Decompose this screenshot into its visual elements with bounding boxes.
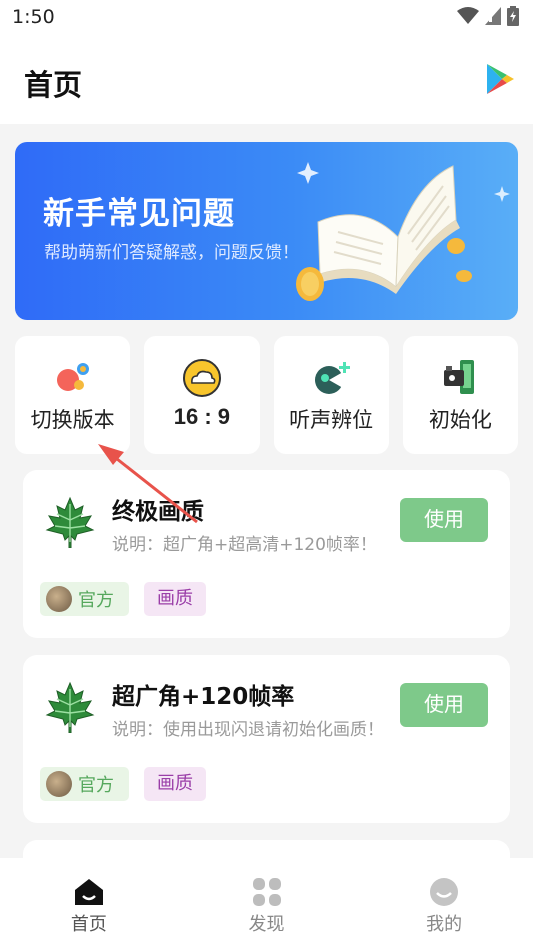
avatar	[46, 586, 72, 612]
switch-version-icon	[56, 363, 89, 391]
use-button[interactable]: 使用	[400, 498, 488, 542]
app-header: 首页	[0, 38, 533, 124]
nav-item-discover[interactable]: 发现	[178, 858, 356, 948]
banner-title: 新手常见问题	[43, 196, 235, 232]
nav-item-home[interactable]: 首页	[0, 858, 178, 948]
official-tag: 官方	[40, 582, 129, 616]
sound-locate-action[interactable]: 听声辨位	[273, 336, 389, 454]
official-tag-label: 官方	[78, 775, 114, 796]
nav-label-profile: 我的	[426, 914, 463, 935]
card-title: 终极画质	[112, 499, 204, 525]
profile-icon	[430, 878, 459, 906]
discover-icon	[252, 878, 281, 906]
google-play-icon[interactable]	[485, 62, 515, 96]
signal-icon	[485, 7, 501, 25]
faq-banner[interactable]: 新手常见问题 帮助萌新们答疑解惑，问题反馈！	[15, 142, 518, 320]
status-time: 1:50	[12, 6, 55, 28]
wifi-icon	[457, 7, 479, 24]
maple-leaf-icon	[45, 681, 95, 733]
card-description: 说明：超广角+超高清+120帧率！	[112, 535, 377, 555]
banner-subtitle: 帮助萌新们答疑解惑，问题反馈！	[44, 243, 299, 263]
card-title: 超广角+120帧率	[112, 684, 295, 710]
reset-icon	[444, 360, 475, 394]
nav-label-home: 首页	[70, 914, 107, 935]
use-button[interactable]: 使用	[400, 683, 488, 727]
battery-icon	[507, 6, 519, 26]
sound-locate-icon	[315, 362, 351, 394]
nav-item-profile[interactable]: 我的	[355, 858, 533, 948]
home-icon	[74, 879, 103, 905]
reset-action[interactable]: 初始化	[402, 336, 518, 454]
quick-actions: 切换版本 16 : 9 听声辨位 初始化	[15, 336, 518, 454]
preset-card: 终极画质 说明：超广角+超高清+120帧率！ 使用 官方 画质	[23, 470, 510, 638]
quality-tag: 画质	[144, 582, 206, 616]
bottom-nav: 首页 发现 我的	[0, 858, 533, 948]
preset-card: 超广角+120帧率 说明：使用出现闪退请初始化画质！ 使用 官方 画质	[23, 655, 510, 823]
switch-version-action[interactable]: 切换版本	[15, 336, 131, 454]
status-icons	[457, 6, 519, 26]
aspect-ratio-action[interactable]: 16 : 9	[144, 336, 260, 454]
status-bar: 1:50	[0, 0, 533, 38]
official-tag: 官方	[40, 767, 129, 801]
nav-label-discover: 发现	[248, 914, 285, 935]
page-title: 首页	[24, 68, 83, 102]
official-tag-label: 官方	[78, 590, 114, 611]
switch-version-label: 切换版本	[30, 408, 115, 432]
card-description: 说明：使用出现闪退请初始化画质！	[112, 720, 384, 740]
open-book-illustration	[296, 162, 510, 301]
maple-leaf-icon	[45, 496, 95, 548]
avatar	[46, 771, 72, 797]
quality-tag: 画质	[144, 767, 206, 801]
sound-locate-label: 听声辨位	[289, 408, 374, 432]
aspect-ratio-label: 16 : 9	[173, 404, 230, 429]
cloud-icon	[182, 359, 221, 397]
reset-label: 初始化	[428, 408, 492, 432]
